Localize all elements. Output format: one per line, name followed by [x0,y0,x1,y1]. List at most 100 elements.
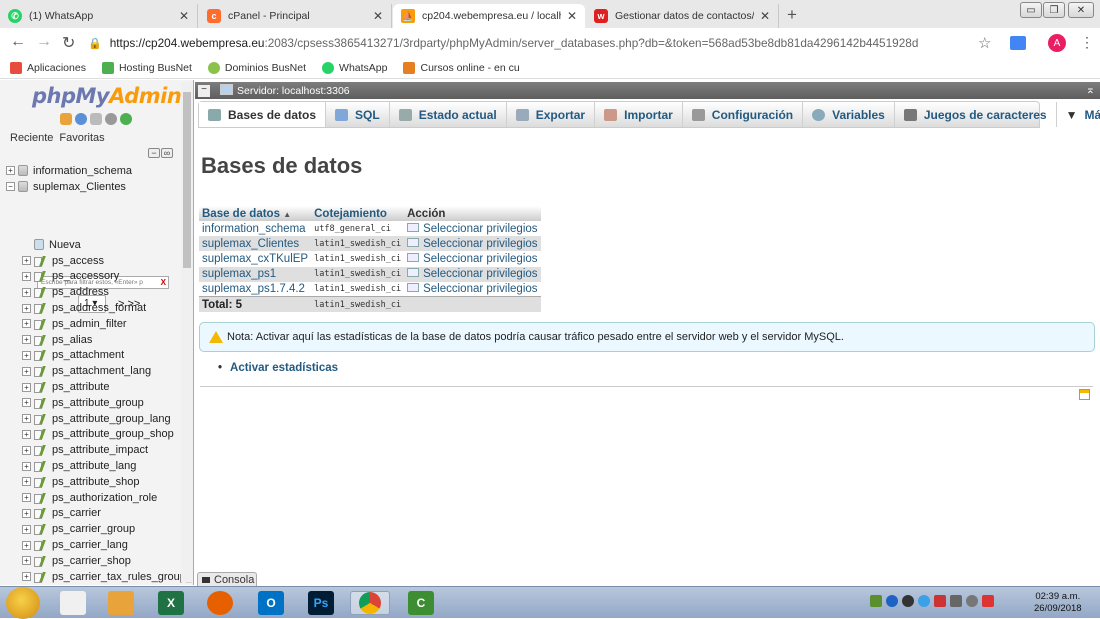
tree-table-item[interactable]: + ps_carrier [22,506,193,522]
collapse-top-icon[interactable]: ⌅ [1086,83,1095,96]
tray-defender-icon[interactable] [934,595,946,607]
expand-icon[interactable]: + [22,508,31,518]
tree-table-item[interactable]: + ps_admin_filter [22,316,193,332]
flag-icon[interactable] [982,595,994,607]
bookmark-whatsapp[interactable]: WhatsApp [322,62,387,74]
page-settings-icon[interactable] [1079,389,1090,400]
expand-icon[interactable]: + [22,524,31,534]
select-privileges-link[interactable]: Seleccionar privilegios [404,266,541,282]
bookmark-hosting[interactable]: Hosting BusNet [101,62,192,74]
forward-button[interactable]: → [36,33,52,51]
close-icon[interactable]: ✕ [760,9,770,23]
expand-icon[interactable]: + [22,335,31,345]
recent-tab[interactable]: Reciente [10,132,53,144]
expand-icon[interactable]: + [22,350,31,360]
link-icon[interactable]: ∞ [161,148,173,158]
tab-import[interactable]: Importar [595,102,683,127]
network-icon[interactable] [950,595,962,607]
expand-icon[interactable]: + [22,271,31,281]
expand-icon[interactable]: + [22,540,31,550]
tree-table-item[interactable]: + ps_alias [22,332,193,348]
translate-extension-icon[interactable] [1010,36,1026,50]
collapse-all-icon[interactable]: − [148,148,160,158]
address-bar[interactable]: 🔒 https://cp204.webempresa.eu:2083/cpses… [88,30,1000,56]
tab-databases[interactable]: Bases de datos [199,102,327,127]
collapse-panel-icon[interactable]: − [198,84,210,97]
settings-gear-icon[interactable] [105,113,117,125]
profile-avatar[interactable]: A [1048,34,1066,52]
outlook-icon[interactable]: O [258,591,284,615]
expand-icon[interactable]: + [22,461,31,471]
expand-icon[interactable]: + [22,572,31,582]
expand-icon[interactable]: + [22,429,31,439]
tree-table-item[interactable]: + ps_access [22,253,193,269]
tree-table-item[interactable]: + ps_attribute_group_shop [22,427,193,443]
tray-app-icon[interactable] [870,595,882,607]
explorer-icon[interactable] [60,591,86,615]
db-name-link[interactable]: suplemax_ps1.7.4.2 [199,281,312,297]
tab-cpanel[interactable]: c cPanel - Principal ✕ [199,4,392,28]
close-icon[interactable]: ✕ [179,9,189,23]
bookmark-star-icon[interactable]: ☆ [978,34,991,52]
expand-icon[interactable]: + [22,414,31,424]
maximize-button[interactable]: ❐ [1043,2,1065,18]
tree-table-item[interactable]: + ps_attribute_lang [22,458,193,474]
tree-table-item[interactable]: + ps_accessory [22,269,193,285]
expand-icon[interactable]: + [22,366,31,376]
tray-shield-icon[interactable] [902,595,914,607]
tab-status[interactable]: Estado actual [390,102,507,127]
tray-sync-icon[interactable] [886,595,898,607]
tab-sql[interactable]: SQL [326,102,390,127]
bookmark-domains[interactable]: Dominios BusNet [207,62,306,74]
tab-phpmyadmin[interactable]: ⛵ cp204.webempresa.eu / localhost ✕ [393,4,585,28]
tree-table-item[interactable]: + ps_carrier_shop [22,553,193,569]
favorites-tab[interactable]: Favoritas [59,132,104,144]
phpmyadmin-logo[interactable]: phpMyAdmin [32,84,182,108]
tree-table-item[interactable]: + ps_attribute [22,379,193,395]
expand-icon[interactable]: + [22,382,31,392]
firefox-icon[interactable] [207,591,233,615]
tab-charsets[interactable]: Juegos de caracteres [895,102,1057,127]
expand-icon[interactable]: + [22,398,31,408]
expand-icon[interactable]: + [22,477,31,487]
nav-scrollbar[interactable] [181,82,193,582]
tree-table-item[interactable]: + ps_attachment [22,348,193,364]
console-toggle[interactable]: Consola [197,572,257,586]
chrome-taskbar-button[interactable] [350,591,390,615]
expand-icon[interactable]: + [22,287,31,297]
tree-table-item[interactable]: + ps_carrier_group [22,521,193,537]
db-name-link[interactable]: suplemax_ps1 [199,266,312,282]
home-icon[interactable] [60,113,72,125]
expand-icon[interactable]: + [6,166,15,176]
tree-db-information-schema[interactable]: + information_schema [6,163,182,179]
close-window-button[interactable]: ✕ [1068,2,1094,18]
select-privileges-link[interactable]: Seleccionar privilegios [404,251,541,267]
tab-settings[interactable]: Configuración [683,102,804,127]
expand-icon[interactable]: + [22,319,31,329]
db-name-link[interactable]: information_schema [199,221,312,237]
tray-info-icon[interactable] [918,595,930,607]
tree-table-item[interactable]: + ps_address [22,284,193,300]
db-name-link[interactable]: suplemax_Clientes [199,236,312,252]
close-icon[interactable]: ✕ [373,9,383,23]
tab-more[interactable]: ▼ Más [1057,102,1100,127]
col-header-collation[interactable]: Cotejamiento [311,206,405,221]
tree-table-item[interactable]: + ps_address_format [22,300,193,316]
tree-new-table[interactable]: Nueva [22,237,193,253]
reload-button[interactable]: ↻ [62,33,75,53]
tree-table-item[interactable]: + ps_attribute_shop [22,474,193,490]
tree-table-item[interactable]: + ps_carrier_tax_rules_group_shop [22,569,193,585]
tree-table-item[interactable]: + ps_attribute_group [22,395,193,411]
back-button[interactable]: ← [10,33,26,51]
menu-kebab-icon[interactable]: ⋮ [1080,34,1094,51]
new-tab-button[interactable]: + [787,5,797,25]
enable-statistics-link[interactable]: Activar estadísticas [218,362,338,374]
expand-icon[interactable]: + [22,493,31,503]
photoshop-icon[interactable]: Ps [308,591,334,615]
col-header-database[interactable]: Base de datos ▲ [199,206,312,221]
select-privileges-link[interactable]: Seleccionar privilegios [404,221,541,237]
bookmark-courses[interactable]: Cursos online - en cu [403,62,520,74]
expand-icon[interactable]: + [22,445,31,455]
excel-icon[interactable]: X [158,591,184,615]
tree-table-item[interactable]: + ps_attachment_lang [22,363,193,379]
